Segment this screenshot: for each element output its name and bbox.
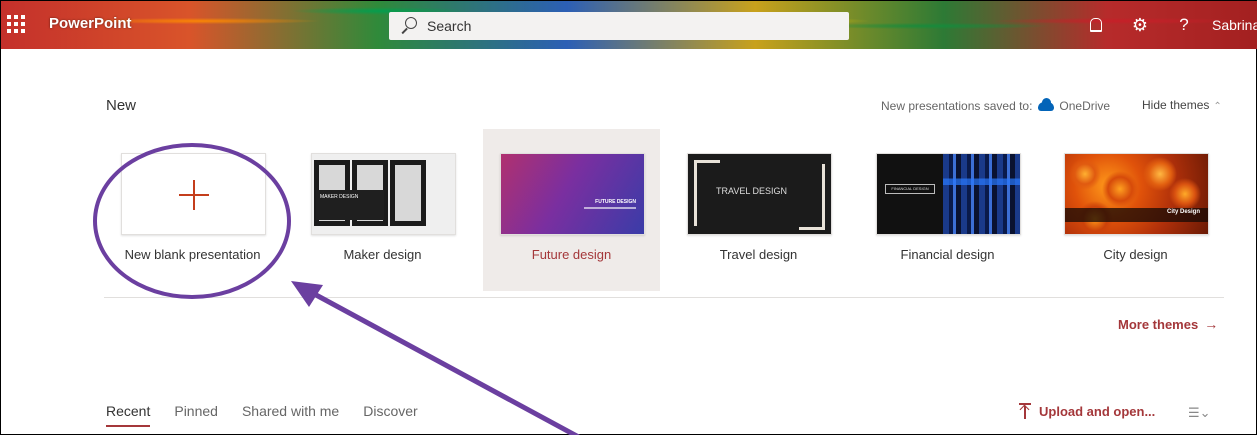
template-thumbnail[interactable]: FUTURE DESIGN (500, 153, 645, 235)
app-launcher-icon[interactable] (5, 13, 25, 35)
upload-and-open-button[interactable]: Upload and open... (1019, 403, 1155, 419)
help-icon[interactable]: ? (1162, 1, 1206, 49)
arrow-right-icon: → (1204, 316, 1219, 332)
hide-themes-label: Hide themes (1142, 98, 1210, 112)
upload-label: Upload and open... (1039, 403, 1156, 419)
thumbnail-title: MAKER DESIGN (316, 190, 384, 220)
annotation-circle (93, 143, 291, 299)
template-thumbnail[interactable]: FINANCIAL DESIGN (876, 153, 1021, 235)
roses-image (1065, 154, 1208, 234)
template-financial-design[interactable]: FINANCIAL DESIGN Financial design (859, 129, 1036, 291)
template-label[interactable]: Future design (483, 247, 660, 262)
bell-icon (1090, 18, 1102, 32)
template-maker-design[interactable]: MAKER DESIGN Maker design (294, 129, 471, 291)
template-thumbnail[interactable]: City Design (1064, 153, 1209, 235)
template-label[interactable]: Financial design (859, 247, 1036, 262)
saved-to-info: New presentations saved to: OneDrive (881, 97, 1110, 113)
template-label[interactable]: Travel design (670, 247, 847, 262)
hide-themes-button[interactable]: Hide themes ⌃ (1142, 98, 1222, 112)
template-thumbnail[interactable]: TRAVEL DESIGN (687, 153, 832, 235)
chevron-up-icon: ⌃ (1213, 101, 1222, 112)
upload-icon (1019, 403, 1031, 419)
gear-icon[interactable]: ⚙ (1118, 1, 1162, 49)
city-image (943, 154, 1020, 234)
search-icon (399, 12, 427, 40)
tab-recent[interactable]: Recent (106, 403, 151, 433)
saved-to-label: New presentations saved to: (881, 99, 1033, 113)
search-box[interactable] (389, 12, 849, 40)
sort-icon[interactable]: ☰⌄ (1188, 405, 1211, 421)
thumbnail-title: City Design (1166, 209, 1200, 215)
cloud-icon (1038, 97, 1055, 111)
thumbnail-title: FINANCIAL DESIGN (885, 184, 935, 194)
template-label[interactable]: Maker design (294, 247, 471, 262)
bracket-graphic (799, 164, 825, 230)
app-name[interactable]: PowerPoint (49, 15, 132, 32)
tab-discover[interactable]: Discover (363, 403, 417, 433)
template-city-design[interactable]: City Design City design (1047, 129, 1224, 291)
notifications-button[interactable] (1074, 1, 1118, 49)
thumbnail-subtitle-line (584, 207, 636, 209)
template-label[interactable]: City design (1047, 247, 1224, 262)
more-themes-label: More themes (1118, 316, 1199, 332)
template-travel-design[interactable]: TRAVEL DESIGN Travel design (670, 129, 847, 291)
thumbnail-title: TRAVEL DESIGN (716, 186, 788, 196)
tab-pinned[interactable]: Pinned (174, 403, 218, 433)
top-bar: PowerPoint ⚙ ? Sabrina I (1, 1, 1257, 49)
more-themes-link[interactable]: More themes → (1118, 316, 1218, 332)
template-thumbnail[interactable]: MAKER DESIGN (311, 153, 456, 235)
tab-shared-with-me[interactable]: Shared with me (242, 403, 339, 433)
user-name[interactable]: Sabrina I (1206, 17, 1257, 33)
section-title-new: New (106, 97, 137, 114)
onedrive-link[interactable]: OneDrive (1059, 99, 1110, 113)
thumbnail-panel: FINANCIAL DESIGN (877, 154, 943, 234)
search-input[interactable] (427, 12, 827, 40)
template-future-design[interactable]: FUTURE DESIGN Future design (483, 129, 660, 291)
divider (104, 297, 1224, 298)
frame-graphic (390, 160, 426, 226)
file-tabs: Recent Pinned Shared with me Discover (106, 403, 442, 433)
header-actions: ⚙ ? Sabrina I (1074, 1, 1257, 49)
thumbnail-title: FUTURE DESIGN (595, 199, 636, 205)
